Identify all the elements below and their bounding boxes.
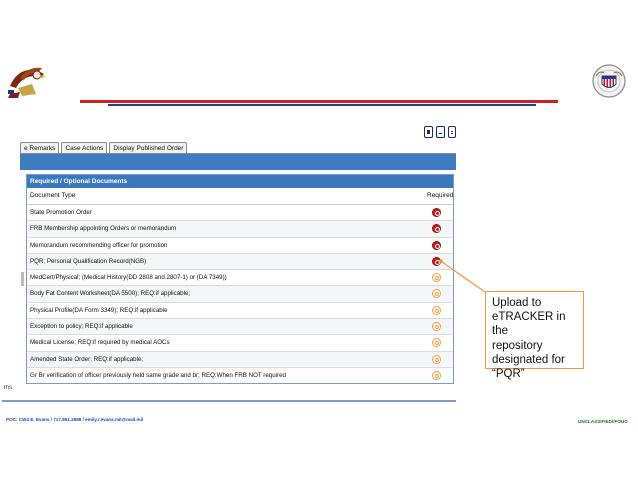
section-band bbox=[20, 154, 456, 170]
panel-bottom-rule bbox=[2, 400, 456, 402]
classification-marking: UNCLASSIFIED//FOUO bbox=[578, 419, 628, 424]
document-type-label: Body Fat Content Worksheet(DA 5500); REQ… bbox=[30, 290, 191, 298]
callout-text: Upload to eTRACKER in the repository des… bbox=[492, 297, 566, 381]
document-row[interactable]: FRB Membership appointing Orders or memo… bbox=[27, 221, 453, 238]
optional-doc-icon[interactable] bbox=[432, 370, 441, 380]
document-type-label: State Promotion Order bbox=[30, 209, 92, 216]
header-blue-rule bbox=[108, 104, 536, 106]
document-row[interactable]: Body Fat Content Worksheet(DA 5500); REQ… bbox=[27, 286, 453, 303]
required-doc-icon[interactable] bbox=[432, 224, 441, 234]
document-type-label: Physical Profile(DA Form 3349); REQ:if a… bbox=[30, 306, 168, 314]
header-red-rule bbox=[80, 100, 558, 103]
seal-logo-icon bbox=[592, 64, 626, 98]
document-row[interactable]: PQR; Personal Qualification Record(NGB) bbox=[27, 253, 453, 271]
required-doc-icon[interactable] bbox=[432, 208, 441, 217]
callout-box: Upload to eTRACKER in the repository des… bbox=[485, 291, 584, 380]
optional-doc-icon[interactable] bbox=[432, 305, 441, 315]
window-grid-icon[interactable] bbox=[448, 126, 456, 138]
document-row[interactable]: Physical Profile(DA Form 3349); REQ:if a… bbox=[27, 303, 453, 320]
document-type-label: Medical License; REQ:if required by medi… bbox=[30, 339, 170, 347]
poc-footer: POC: CW4 E. Evans / 717.861.2888 / emily… bbox=[6, 417, 144, 422]
optional-doc-icon[interactable] bbox=[432, 338, 441, 348]
document-row[interactable]: Memorandum recommending officer for prom… bbox=[27, 238, 453, 254]
document-row[interactable]: Medical License; REQ:if required by medi… bbox=[27, 335, 453, 352]
document-type-label: Gr Br verification of officer previously… bbox=[30, 371, 286, 379]
document-type-label: MedCert/Physical; (Medical History(DD 28… bbox=[30, 274, 227, 282]
column-document-type[interactable]: Document Type bbox=[30, 188, 75, 204]
optional-doc-icon[interactable] bbox=[432, 354, 441, 364]
document-row[interactable]: Amended State Order; REQ:if applicable; bbox=[27, 351, 453, 368]
window-controls bbox=[424, 126, 458, 138]
panel-footer-text: ms bbox=[4, 385, 12, 391]
document-type-label: PQR; Personal Qualification Record(NGB) bbox=[30, 257, 147, 265]
document-row[interactable]: MedCert/Physical; (Medical History(DD 28… bbox=[27, 270, 453, 287]
required-doc-icon[interactable] bbox=[432, 256, 441, 266]
optional-doc-icon[interactable] bbox=[432, 273, 441, 283]
documents-list: State Promotion Order FRB Membership appo… bbox=[27, 205, 453, 383]
required-doc-icon[interactable] bbox=[432, 240, 441, 250]
document-type-label: Amended State Order; REQ:if applicable; bbox=[30, 355, 144, 363]
optional-doc-icon[interactable] bbox=[432, 289, 441, 299]
window-minimize-icon[interactable] bbox=[436, 126, 445, 138]
document-type-label: FRB Membership appointing Orders or memo… bbox=[30, 225, 177, 233]
document-row[interactable]: Gr Br verification of officer previously… bbox=[27, 368, 453, 383]
document-row[interactable]: State Promotion Order bbox=[27, 205, 453, 222]
optional-doc-icon[interactable] bbox=[432, 322, 441, 332]
document-type-label: Exception to policy; REQ:if applicable bbox=[30, 323, 133, 331]
eagle-logo-icon bbox=[8, 67, 46, 98]
document-type-label: Memorandum recommending officer for prom… bbox=[30, 241, 168, 249]
document-row[interactable]: Exception to policy; REQ:if applicable bbox=[27, 319, 453, 336]
column-required[interactable]: Required bbox=[427, 188, 453, 204]
documents-panel: Required / Optional Documents Document T… bbox=[26, 174, 454, 384]
documents-column-header: Document Type Required bbox=[27, 188, 453, 205]
scroll-grip[interactable] bbox=[21, 272, 24, 286]
window-restore-icon[interactable] bbox=[424, 126, 433, 138]
documents-panel-header: Required / Optional Documents bbox=[27, 175, 453, 188]
